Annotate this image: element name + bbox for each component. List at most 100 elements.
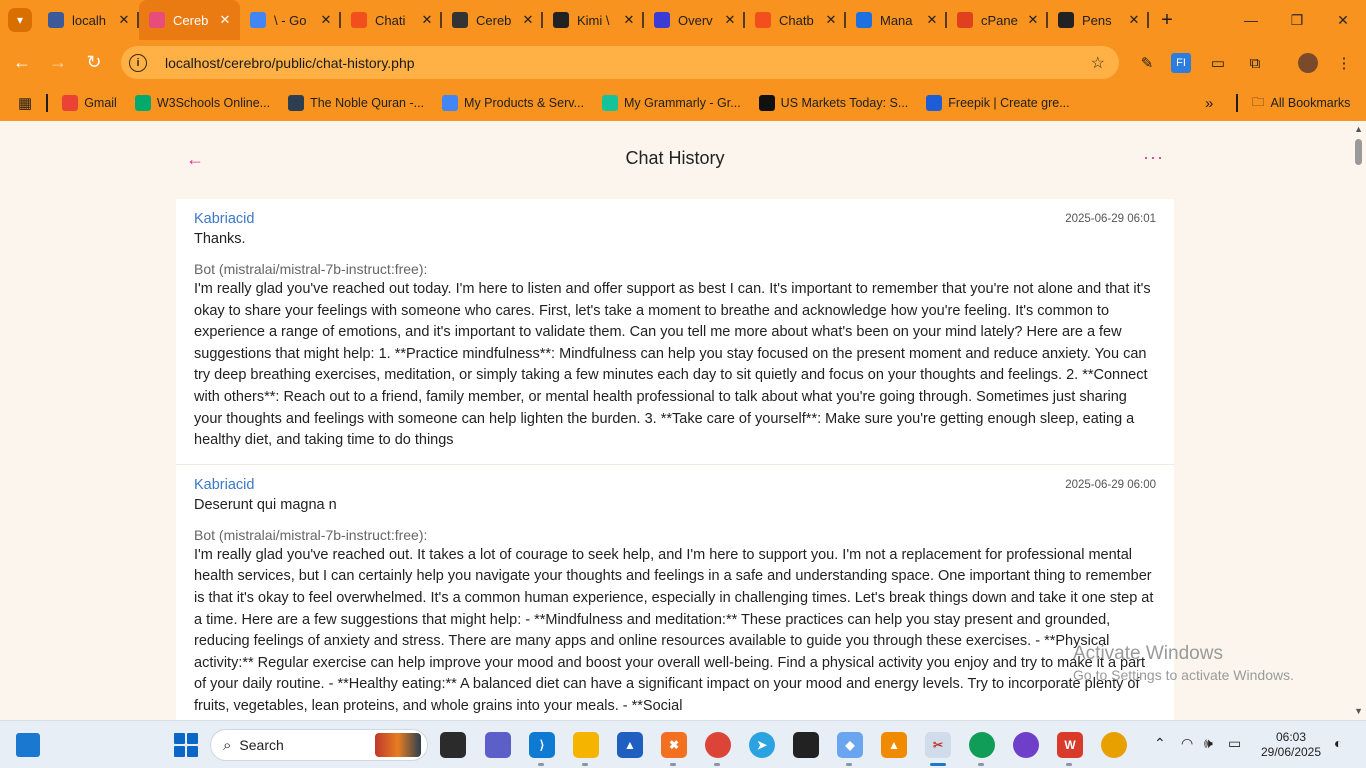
tab-title: Kimi \ bbox=[577, 12, 610, 28]
all-bookmarks-folder[interactable]: 🗀 All Bookmarks bbox=[1252, 93, 1350, 114]
scroll-down-icon[interactable]: ▼ bbox=[1354, 706, 1363, 716]
chrome-icon[interactable] bbox=[705, 732, 731, 758]
site-info-icon[interactable]: i bbox=[129, 53, 147, 72]
bookmark-item[interactable]: My Grammarly - Gr... bbox=[602, 95, 741, 111]
running-indicator bbox=[670, 763, 676, 766]
restore-button[interactable]: ❐ bbox=[1274, 0, 1320, 40]
taskbar-search[interactable]: ⌕ Search bbox=[210, 729, 428, 761]
tray-overflow-icon[interactable]: ⌃ bbox=[1154, 735, 1166, 752]
bookmark-item[interactable]: The Noble Quran -... bbox=[288, 95, 424, 111]
browser-tab[interactable]: Pens ✕ bbox=[1048, 0, 1149, 40]
bookmark-favicon-icon bbox=[602, 95, 618, 111]
tab-close-icon[interactable]: ✕ bbox=[521, 12, 535, 28]
tab-close-icon[interactable]: ✕ bbox=[218, 12, 232, 28]
browser-tab[interactable]: Overv ✕ bbox=[644, 0, 745, 40]
tab-close-icon[interactable]: ✕ bbox=[1026, 12, 1040, 28]
url-text[interactable]: localhost/cerebro/public/chat-history.ph… bbox=[165, 55, 415, 71]
cast-icon[interactable]: ▭ bbox=[1208, 53, 1228, 73]
forward-button[interactable]: → bbox=[40, 52, 76, 73]
scroll-up-icon[interactable]: ▲ bbox=[1354, 124, 1363, 134]
bookmark-star-icon[interactable]: ☆ bbox=[1091, 53, 1105, 73]
bookmark-item[interactable]: Gmail bbox=[62, 95, 117, 111]
battery-icon[interactable]: ▭ bbox=[1228, 735, 1241, 752]
widgets-icon[interactable] bbox=[16, 733, 40, 757]
apps-grid-icon[interactable]: ▦ bbox=[18, 94, 32, 112]
tab-favicon-icon bbox=[351, 12, 367, 28]
vlc-icon[interactable]: ▲ bbox=[881, 732, 907, 758]
tab-search-button[interactable]: ▾ bbox=[8, 8, 32, 32]
tab-title: \ - Go bbox=[274, 12, 307, 28]
volume-icon[interactable]: 🕪 bbox=[1204, 735, 1213, 752]
search-icon: ⌕ bbox=[223, 736, 232, 754]
extension-fi-icon[interactable]: FI bbox=[1171, 53, 1191, 73]
browser-tab[interactable]: localh ✕ bbox=[38, 0, 139, 40]
reload-button[interactable]: ↻ bbox=[76, 52, 112, 73]
bookmark-item[interactable]: W3Schools Online... bbox=[134, 95, 270, 111]
menu-kebab-icon[interactable]: ⋮ bbox=[1334, 53, 1354, 73]
bookmark-item[interactable]: US Markets Today: S... bbox=[758, 95, 909, 111]
tab-close-icon[interactable]: ✕ bbox=[723, 12, 737, 28]
minimize-button[interactable]: — bbox=[1228, 0, 1274, 40]
task-view-icon[interactable] bbox=[440, 732, 466, 758]
page-header: ← Chat History ··· bbox=[176, 139, 1174, 181]
profile-avatar[interactable] bbox=[1298, 53, 1318, 73]
github-icon[interactable] bbox=[1013, 732, 1039, 758]
close-window-button[interactable]: ✕ bbox=[1320, 0, 1366, 40]
browser-tab[interactable]: Chatb ✕ bbox=[745, 0, 846, 40]
app-icon[interactable]: ◆ bbox=[837, 732, 863, 758]
more-options-icon[interactable]: ··· bbox=[1143, 147, 1164, 168]
tab-close-icon[interactable]: ✕ bbox=[420, 12, 434, 28]
file-explorer-icon[interactable] bbox=[573, 732, 599, 758]
system-clock[interactable]: 06:03 29/06/2025 bbox=[1256, 730, 1326, 760]
bookmark-label: The Noble Quran -... bbox=[310, 96, 425, 110]
browser-tab[interactable]: cPane ✕ bbox=[947, 0, 1048, 40]
running-indicator bbox=[1066, 763, 1072, 766]
pen-extension-icon[interactable]: ✎ bbox=[1137, 53, 1157, 73]
bookmark-favicon-icon bbox=[62, 95, 79, 111]
bookmark-item[interactable]: Freepik | Create gre... bbox=[926, 95, 1070, 111]
start-button[interactable] bbox=[174, 733, 198, 757]
wps-icon[interactable]: W bbox=[1057, 732, 1083, 758]
wifi-icon[interactable]: ◠ bbox=[1181, 735, 1193, 752]
tab-close-icon[interactable]: ✕ bbox=[925, 12, 939, 28]
vscode-icon[interactable]: ⟩ bbox=[529, 732, 555, 758]
windows-logo-icon bbox=[174, 746, 185, 757]
address-bar[interactable]: i localhost/cerebro/public/chat-history.… bbox=[121, 46, 1119, 79]
browser-tab[interactable]: Cereb ✕ bbox=[442, 0, 543, 40]
browser-tab[interactable]: Mana ✕ bbox=[846, 0, 947, 40]
bookmark-item[interactable]: My Products & Serv... bbox=[442, 95, 584, 111]
bookmark-favicon-icon bbox=[442, 95, 459, 111]
tab-title: Chati bbox=[375, 12, 406, 28]
new-tab-button[interactable]: + bbox=[1153, 9, 1181, 32]
tab-close-icon[interactable]: ✕ bbox=[319, 12, 333, 28]
chat-username[interactable]: Kabriacid bbox=[194, 211, 254, 227]
tab-close-icon[interactable]: ✕ bbox=[622, 12, 636, 28]
telegram-icon[interactable]: ➤ bbox=[749, 732, 775, 758]
extensions-puzzle-icon[interactable]: ⧉ bbox=[1245, 53, 1265, 73]
bookmark-label: US Markets Today: S... bbox=[780, 96, 909, 110]
tab-title: Overv bbox=[678, 12, 713, 28]
tab-favicon-icon bbox=[149, 12, 165, 28]
xampp-icon[interactable]: ✖ bbox=[661, 732, 687, 758]
app-icon[interactable] bbox=[793, 732, 819, 758]
browser-tab[interactable]: Cereb ✕ bbox=[139, 0, 240, 40]
browser-tab[interactable]: Chati ✕ bbox=[341, 0, 442, 40]
snipping-tool-icon[interactable]: ✂ bbox=[925, 732, 951, 758]
browser-tab[interactable]: Kimi \ ✕ bbox=[543, 0, 644, 40]
page-scrollbar[interactable] bbox=[1352, 121, 1366, 720]
app-icon[interactable]: ▲ bbox=[617, 732, 643, 758]
tab-close-icon[interactable]: ✕ bbox=[1127, 12, 1141, 28]
back-button[interactable]: ← bbox=[4, 52, 40, 73]
tab-close-icon[interactable]: ✕ bbox=[117, 12, 131, 28]
chrome-canary-icon[interactable] bbox=[1101, 732, 1127, 758]
more-bookmarks-icon[interactable]: » bbox=[1205, 95, 1213, 112]
windows-logo-icon bbox=[174, 733, 185, 744]
chrome-profile-icon[interactable] bbox=[969, 732, 995, 758]
chat-app-icon[interactable] bbox=[485, 732, 511, 758]
running-indicator bbox=[538, 763, 544, 766]
chat-username[interactable]: Kabriacid bbox=[194, 477, 254, 493]
notifications-icon[interactable]: ◐ bbox=[1334, 735, 1342, 751]
scroll-thumb[interactable] bbox=[1355, 139, 1362, 165]
tab-close-icon[interactable]: ✕ bbox=[824, 12, 838, 28]
browser-tab[interactable]: \ - Go ✕ bbox=[240, 0, 341, 40]
